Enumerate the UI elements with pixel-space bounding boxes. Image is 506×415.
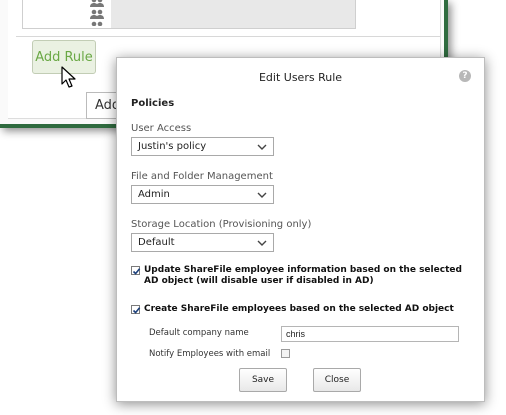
- create-employees-checkbox[interactable]: [131, 305, 141, 314]
- checkmark-icon: [132, 268, 141, 275]
- file-folder-select[interactable]: Admin: [131, 185, 274, 204]
- user-access-value: Justin's policy: [138, 141, 207, 152]
- dialog-title: Edit Users Rule: [258, 71, 343, 84]
- help-icon[interactable]: ?: [459, 70, 471, 82]
- user-access-label: User Access: [131, 123, 192, 134]
- policies-heading: Policies: [131, 98, 175, 109]
- chevron-down-icon: [257, 240, 267, 246]
- update-employee-text: Update ShareFile employee information ba…: [144, 265, 462, 286]
- chevron-down-icon: [257, 192, 267, 198]
- user-group-icon: [90, 0, 104, 7]
- table-row-shade: [111, 0, 355, 28]
- divider: [16, 36, 440, 37]
- edit-users-rule-dialog: Edit Users Rule ? Policies User Access J…: [116, 57, 485, 402]
- file-folder-value: Admin: [138, 189, 170, 200]
- storage-location-value: Default: [138, 237, 175, 248]
- user-access-select[interactable]: Justin's policy: [131, 137, 274, 156]
- close-button[interactable]: Close: [313, 368, 361, 392]
- storage-location-select[interactable]: Default: [131, 233, 274, 252]
- mouse-cursor-icon: [61, 66, 76, 88]
- company-name-label: Default company name: [149, 328, 249, 338]
- notify-employees-checkbox[interactable]: [281, 349, 290, 358]
- file-folder-label: File and Folder Management: [131, 171, 273, 182]
- update-employee-checkbox[interactable]: [131, 266, 141, 275]
- user-table: [22, 0, 356, 29]
- storage-location-label: Storage Location (Provisioning only): [131, 219, 312, 230]
- user-group-icon: [91, 21, 103, 26]
- user-group-icon: [90, 9, 104, 19]
- save-button[interactable]: Save: [239, 368, 287, 392]
- create-employees-text: Create ShareFile employees based on the …: [144, 304, 454, 314]
- chevron-down-icon: [257, 144, 267, 150]
- notify-employees-label: Notify Employees with email: [149, 349, 271, 359]
- company-name-input[interactable]: [281, 326, 459, 342]
- checkmark-icon: [132, 307, 141, 314]
